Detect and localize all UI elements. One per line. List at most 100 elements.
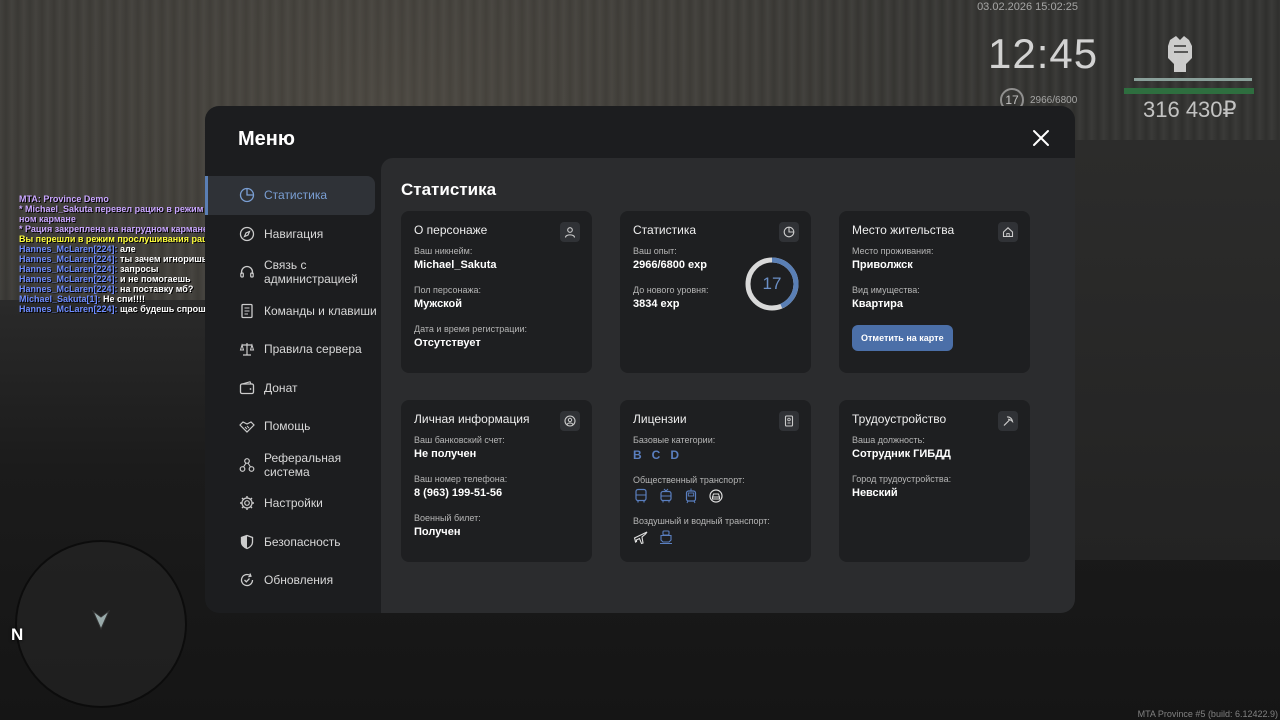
chat-message: ты зачем игноришь (117, 254, 208, 264)
menu-title: Меню (238, 128, 295, 150)
nickname-value: Michael_Sakuta (414, 259, 497, 271)
sidebar-item-label: Команды и клавиши (264, 303, 377, 318)
sidebar-item-label: Правила сервера (264, 342, 362, 357)
trolleybus-icon (660, 488, 672, 503)
property-label: Вид имущества: (852, 285, 920, 295)
gender-label: Пол персонажа: (414, 285, 482, 295)
level-number: 17 (762, 274, 782, 293)
sidebar-item-label: Реферальная система (264, 450, 342, 479)
chat-sender: Hannes_McLaren[224]: (19, 274, 118, 284)
card-title: О персонаже (414, 223, 488, 237)
shield-icon (240, 534, 254, 549)
sidebar-item-label: Настройки (264, 496, 323, 511)
registration-value: Отсутствует (414, 337, 481, 349)
card-statistics: Статистика Ваш опыт: 2966/6800 exp До но… (620, 211, 811, 373)
pie-chart-icon (239, 188, 255, 203)
hud-health-bar (1124, 88, 1254, 94)
base-categories-label: Базовые категории: (633, 435, 716, 445)
pickaxe-icon (998, 411, 1018, 431)
residence-place-value: Приволжск (852, 259, 913, 271)
sidebar-item-commands[interactable]: Команды и клавиши (205, 292, 380, 331)
sidebar-item-rules[interactable]: Правила сервера (205, 330, 380, 369)
chat-message: але (117, 244, 136, 254)
public-transport-label: Общественный транспорт: (633, 475, 745, 485)
house-icon (998, 222, 1018, 242)
card-title: Место жительства (852, 223, 955, 237)
menu-window: Меню Статистика Навигация Связь с админи… (205, 106, 1075, 613)
content-panel: Статистика О персонаже Ваш никнейм: Mich… (381, 158, 1075, 613)
chat-sender: Hannes_McLaren[224]: (19, 244, 118, 254)
document-icon (241, 303, 253, 318)
work-city-value: Невский (852, 487, 898, 499)
fist-icon (1168, 36, 1192, 72)
chat-message: щас будешь спрошен (117, 304, 217, 314)
sidebar-item-updates[interactable]: Обновления (205, 561, 380, 600)
card-title: Статистика (633, 223, 697, 237)
sidebar-item-contact[interactable]: Связь с администрацией (205, 253, 380, 292)
public-transport-icons (633, 488, 798, 504)
property-value: Квартира (852, 298, 904, 310)
gear-icon (240, 496, 254, 511)
position-value: Сотрудник ГИБДД (852, 448, 951, 460)
sidebar-item-label: Обновления (264, 573, 334, 588)
hud-clock: 12:45 (988, 30, 1099, 77)
card-residence: Место жительства Место проживания: Приво… (839, 211, 1030, 373)
position-label: Ваша должность: (852, 435, 925, 445)
sidebar-item-security[interactable]: Безопасность (205, 523, 380, 562)
card-employment: Трудоустройство Ваша должность: Сотрудни… (839, 400, 1030, 562)
close-icon[interactable] (1031, 128, 1051, 148)
air-water-transport-icons (633, 529, 798, 545)
residence-place-label: Место проживания: (852, 246, 934, 256)
sidebar-item-label: Донат (264, 380, 298, 395)
card-title: Личная информация (414, 412, 530, 426)
hud-datetime: 03.02.2026 15:02:25 (977, 1, 1078, 13)
sidebar-item-donate[interactable]: Донат (205, 369, 380, 408)
chat-message: Не спи!!!! (100, 294, 145, 304)
handshake-icon (239, 421, 255, 434)
license-category: C (651, 448, 661, 462)
chat-sender: Michael_Sakuta[1]: (19, 294, 101, 304)
bank-value: Не получен (414, 448, 477, 460)
card-character: О персонаже Ваш никнейм: Michael_Sakuta … (401, 211, 592, 373)
chat-sender: Hannes_McLaren[224]: (19, 304, 118, 314)
sidebar-item-help[interactable]: Помощь (205, 407, 380, 446)
sidebar-item-stats[interactable]: Статистика (205, 176, 375, 215)
bank-label: Ваш банковский счет: (414, 435, 505, 445)
military-value: Получен (414, 526, 461, 538)
player-arrow-icon (92, 610, 110, 630)
user-icon (560, 222, 580, 242)
license-category: B (633, 448, 642, 462)
bus-icon (635, 488, 647, 503)
sidebar-nav: Статистика Навигация Связь с администрац… (205, 176, 380, 600)
mark-on-map-button[interactable]: Отметить на карте (852, 325, 953, 351)
chat-sender: Hannes_McLaren[224]: (19, 284, 118, 294)
chat-message: запросы (117, 264, 159, 274)
wallet-icon (239, 380, 255, 394)
sidebar-item-label: Помощь (264, 419, 311, 434)
sidebar-item-label: Безопасность (264, 534, 341, 549)
compass-icon (239, 226, 255, 241)
headset-icon (240, 266, 254, 278)
refresh-check-icon (240, 573, 254, 587)
gender-value: Мужской (414, 298, 463, 310)
nickname-label: Ваш никнейм: (414, 246, 473, 256)
license-category: D (670, 448, 680, 462)
sidebar-item-settings[interactable]: Настройки (205, 484, 380, 523)
card-title: Лицензии (633, 412, 687, 426)
sidebar-item-navigation[interactable]: Навигация (205, 215, 380, 254)
registration-label: Дата и время регистрации: (414, 324, 527, 334)
boat-icon (660, 530, 672, 544)
sidebar-item-referral[interactable]: Реферальная система (205, 446, 380, 485)
build-info: MTA Province #5 (build: 6.12422.9) (1137, 709, 1278, 719)
license-categories: B C D (633, 448, 798, 462)
air-water-transport-label: Воздушный и водный транспорт: (633, 516, 770, 526)
content-title: Статистика (401, 180, 497, 199)
scene-wall (1070, 140, 1280, 560)
phone-value: 8 (963) 199-51-56 (414, 487, 503, 499)
chat-message: на поставку мб? (117, 284, 194, 294)
military-label: Военный билет: (414, 513, 481, 523)
id-card-icon (779, 411, 799, 431)
network-icon (239, 457, 255, 472)
chat-sender: Hannes_McLaren[224]: (19, 264, 118, 274)
work-city-label: Город трудоустройства: (852, 474, 952, 484)
